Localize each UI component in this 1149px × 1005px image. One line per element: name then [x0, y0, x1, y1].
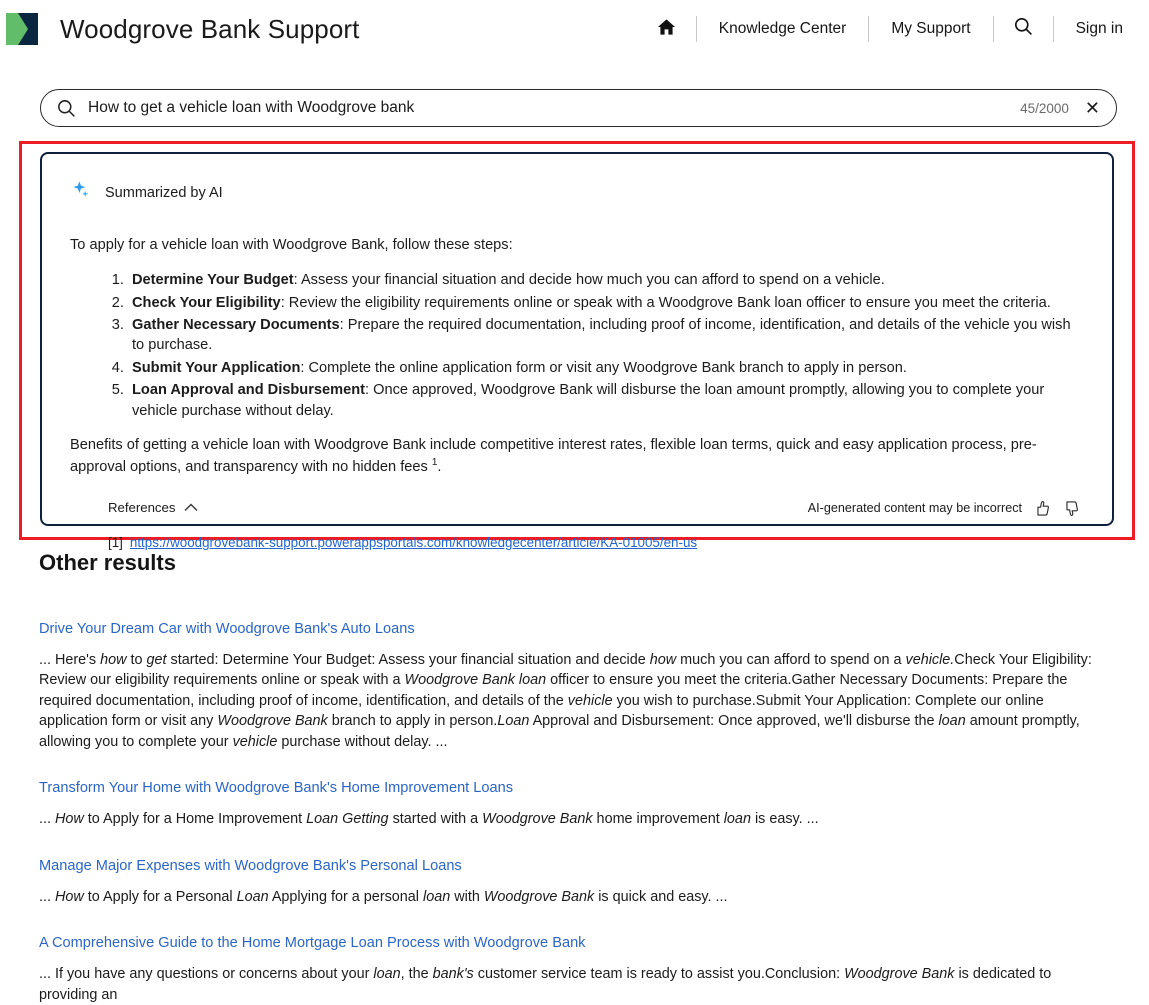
result-link[interactable]: Manage Major Expenses with Woodgrove Ban…	[39, 858, 462, 874]
search-character-counter: 45/2000	[1020, 101, 1069, 116]
list-item: Check Your Eligibility: Review the eligi…	[128, 293, 1084, 313]
list-item: Gather Necessary Documents: Prepare the …	[128, 315, 1084, 356]
close-icon[interactable]: ✕	[1083, 99, 1102, 117]
ai-summary-intro: To apply for a vehicle loan with Woodgro…	[70, 235, 1084, 256]
step-title: Check Your Eligibility	[132, 295, 281, 311]
sparkle-ai-icon	[72, 180, 92, 205]
site-header: Woodgrove Bank Support Knowledge Center …	[0, 0, 1149, 58]
step-title: Submit Your Application	[132, 360, 300, 376]
thumbs-down-icon[interactable]	[1063, 500, 1080, 517]
nav-home-icon-button[interactable]	[637, 12, 696, 46]
woodgrove-chevron-logo-icon	[4, 11, 40, 47]
chevron-up-icon	[184, 500, 198, 515]
list-item: A Comprehensive Guide to the Home Mortga…	[39, 934, 1104, 1005]
result-snippet: ... How to Apply for a Personal Loan App…	[39, 887, 1104, 907]
reference-entry: [1] https://woodgrovebank-support.powera…	[108, 535, 1084, 550]
list-item: Loan Approval and Disbursement: Once app…	[128, 380, 1084, 421]
other-results-section: Other results Drive Your Dream Car with …	[39, 550, 1104, 1005]
ai-disclaimer-text: AI-generated content may be incorrect	[808, 501, 1022, 515]
nav-search-icon-button[interactable]	[994, 12, 1053, 46]
result-link[interactable]: Drive Your Dream Car with Woodgrove Bank…	[39, 621, 415, 637]
step-title: Loan Approval and Disbursement	[132, 382, 365, 398]
references-toggle[interactable]: References	[108, 500, 198, 515]
search-input[interactable]	[88, 99, 1020, 117]
search-icon	[57, 99, 76, 118]
ai-summary-steps: Determine Your Budget: Assess your finan…	[70, 270, 1084, 421]
citation-marker[interactable]: 1	[432, 457, 438, 468]
step-text: : Review the eligibility requirements on…	[281, 295, 1051, 311]
search-icon	[1014, 17, 1033, 41]
list-item: Drive Your Dream Car with Woodgrove Bank…	[39, 620, 1104, 752]
references-label: References	[108, 500, 175, 515]
thumbs-up-icon[interactable]	[1034, 500, 1051, 517]
reference-number: [1]	[108, 535, 123, 550]
step-title: Determine Your Budget	[132, 272, 294, 288]
brand: Woodgrove Bank Support	[0, 11, 359, 47]
result-snippet: ... How to Apply for a Home Improvement …	[39, 809, 1104, 829]
home-icon	[657, 18, 676, 41]
result-link[interactable]: Transform Your Home with Woodgrove Bank'…	[39, 780, 513, 796]
ai-summary-badge-label: Summarized by AI	[105, 185, 223, 201]
reference-link[interactable]: https://woodgrovebank-support.powerappsp…	[130, 535, 697, 550]
step-text: : Complete the online application form o…	[300, 360, 907, 376]
nav-item-sign-in[interactable]: Sign in	[1054, 12, 1123, 46]
other-results-heading: Other results	[39, 550, 1104, 576]
search-bar-wrap: 45/2000 ✕	[40, 89, 1117, 127]
step-text: : Assess your financial situation and de…	[294, 272, 885, 288]
result-snippet: ... Here's how to get started: Determine…	[39, 650, 1104, 752]
ai-summary-badge: Summarized by AI	[72, 180, 1084, 205]
step-title: Gather Necessary Documents	[132, 317, 340, 333]
page-title: Woodgrove Bank Support	[60, 14, 359, 45]
nav-item-knowledge-center[interactable]: Knowledge Center	[697, 12, 869, 46]
result-snippet: ... If you have any questions or concern…	[39, 964, 1104, 1005]
header-nav: Knowledge Center My Support Sign in	[637, 12, 1123, 46]
ai-summary-footer: References AI-generated content may be i…	[70, 500, 1084, 517]
nav-item-my-support[interactable]: My Support	[869, 12, 992, 46]
list-item: Transform Your Home with Woodgrove Bank'…	[39, 779, 1104, 829]
ai-summary-benefits: Benefits of getting a vehicle loan with …	[70, 435, 1070, 478]
list-item: Determine Your Budget: Assess your finan…	[128, 270, 1084, 290]
ai-summary-benefits-text: Benefits of getting a vehicle loan with …	[70, 437, 1037, 475]
list-item: Manage Major Expenses with Woodgrove Ban…	[39, 857, 1104, 907]
list-item: Submit Your Application: Complete the on…	[128, 358, 1084, 378]
ai-summary-card: Summarized by AI To apply for a vehicle …	[40, 152, 1114, 526]
ai-feedback-row: AI-generated content may be incorrect	[808, 500, 1084, 517]
search-box[interactable]: 45/2000 ✕	[40, 89, 1117, 127]
